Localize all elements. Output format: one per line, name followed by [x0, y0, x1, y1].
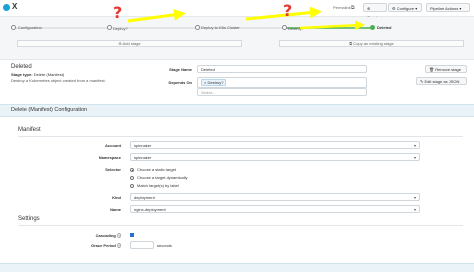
- chevron-down-icon: ▾: [413, 155, 416, 160]
- remove-stage-label: Remove stage: [435, 67, 461, 72]
- chevron-down-icon: ▾: [413, 143, 416, 148]
- kind-value: deployment: [134, 195, 155, 200]
- account-label: Account: [105, 143, 121, 148]
- radio-static-target-label: Choose a static target: [137, 167, 176, 172]
- stage-heading: Deleted: [11, 64, 32, 70]
- namespace-value: spinnaker: [134, 155, 152, 160]
- manifest-divider: [18, 136, 463, 137]
- radio-static-target[interactable]: [130, 168, 134, 172]
- radio-label-match-label: Match target(s) by label: [137, 183, 179, 188]
- settings-heading: Settings: [18, 216, 40, 222]
- stage-type-value: Delete (Manifest): [33, 72, 65, 77]
- cascading-checkbox[interactable]: [130, 233, 134, 237]
- edit-json-button[interactable]: ✎ Edit stage as JSON: [416, 77, 467, 85]
- depends-on-select[interactable]: Select...: [197, 88, 367, 96]
- annotation-arrow-1: [127, 8, 186, 23]
- depends-on-input[interactable]: × Destroy?: [197, 77, 367, 88]
- edit-icon: ✎: [420, 79, 424, 84]
- stage-description: Destroy a Kubernetes object created from…: [11, 78, 106, 83]
- annotation-overlay: [127, 6, 365, 31]
- name-value: nginx-deployment: [134, 207, 166, 212]
- chevron-down-icon: ▾: [413, 195, 416, 200]
- help-icon[interactable]: ⓘ: [117, 243, 121, 248]
- annotation-arrow-3: [299, 20, 365, 31]
- grace-period-input[interactable]: [130, 241, 154, 249]
- remove-tag-icon[interactable]: ×: [204, 80, 206, 85]
- depends-on-tag-label: Destroy?: [207, 80, 224, 85]
- radio-dynamic-target[interactable]: [130, 176, 134, 180]
- cascading-text: Cascading: [95, 233, 116, 238]
- stage-name-label: Stage Name: [169, 67, 192, 72]
- kind-select[interactable]: deployment ▾: [130, 193, 420, 201]
- grace-period-unit: seconds: [157, 243, 172, 248]
- stage-type-line: Stage type: Delete (Manifest): [11, 72, 64, 77]
- kind-label: Kind: [112, 195, 121, 200]
- grace-period-label: Grace Period ⓘ: [75, 243, 121, 249]
- selector-label: Selector: [105, 167, 121, 172]
- stage-type-label: Stage type:: [11, 72, 33, 77]
- remove-stage-button[interactable]: 🗑 Remove stage: [425, 65, 467, 73]
- manifest-heading: Manifest: [18, 127, 41, 133]
- chevron-down-icon: ▾: [413, 207, 416, 212]
- account-value: spinnaker: [134, 143, 152, 148]
- stage-name-input[interactable]: Deleted: [197, 65, 367, 73]
- depends-on-label: Depends On: [168, 80, 192, 85]
- cascading-label: Cascading ⓘ: [75, 233, 121, 239]
- name-select[interactable]: nginx-deployment ▾: [130, 205, 420, 213]
- annotation-question-1: ?: [113, 3, 123, 22]
- annotation-arrow-2: [245, 6, 322, 21]
- account-select[interactable]: spinnaker ▾: [130, 141, 420, 149]
- depends-on-tag[interactable]: × Destroy?: [201, 79, 227, 86]
- annotation-question-2: ?: [283, 1, 293, 20]
- settings-divider: [18, 225, 463, 226]
- config-title: Delete (Manifest) Configuration: [11, 107, 88, 113]
- namespace-label: Namespace: [98, 155, 121, 160]
- radio-label-match[interactable]: [130, 184, 134, 188]
- radio-dynamic-target-label: Choose a target dynamically: [137, 175, 188, 180]
- help-icon[interactable]: ⓘ: [117, 233, 121, 238]
- trash-icon: 🗑: [429, 67, 435, 72]
- grace-period-text: Grace Period: [90, 243, 116, 248]
- namespace-select[interactable]: spinnaker ▾: [130, 153, 420, 161]
- name-label: Name: [110, 207, 121, 212]
- edit-json-label: Edit stage as JSON: [424, 79, 460, 84]
